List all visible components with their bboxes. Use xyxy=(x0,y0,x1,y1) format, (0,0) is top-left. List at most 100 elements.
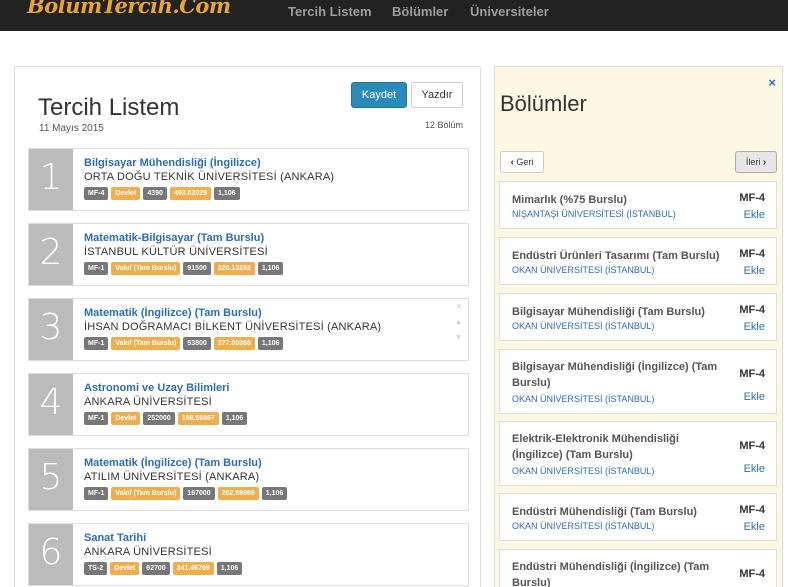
chevron-right-icon: › xyxy=(762,157,767,168)
choice-number: 6 xyxy=(29,524,73,585)
university-kind-badge: Vakıf (Tam Burslu) xyxy=(111,337,181,350)
university-kind-badge: Devlet xyxy=(111,187,141,200)
choice-number: 2 xyxy=(29,224,73,285)
choice-number: 3 xyxy=(29,299,73,360)
choice-row: 6 Sanat Tarihi ANKARA ÜNİVERSİTESİ TS-2 … xyxy=(28,523,469,586)
program-score-type: MF-4 xyxy=(739,304,765,316)
program-item: Elektrik-Elektronik Mühendisliği (İngili… xyxy=(499,421,777,486)
programs-title: Bölümler xyxy=(500,91,587,116)
program-item: Endüstri Mühendisliği (İngilizce) (Tam B… xyxy=(499,549,777,587)
choice-labels: MF-1 Devlet 252000 198.56867 1,106 xyxy=(84,412,248,425)
list-date: 11 Mayıs 2015 xyxy=(39,123,104,134)
add-program-link[interactable]: Ekle xyxy=(744,521,765,533)
university-kind-badge: Devlet xyxy=(110,562,140,575)
rank-badge: 167000 xyxy=(183,487,215,500)
program-item: Mimarlık (%75 Burslu) NİŞANTAŞI ÜNİVERSİ… xyxy=(499,181,777,229)
program-item: Bilgisayar Mühendisliği (Tam Burslu) OKA… xyxy=(499,293,777,341)
program-score-type: MF-4 xyxy=(739,568,765,580)
add-program-link[interactable]: Ekle xyxy=(744,321,765,333)
program-university-link[interactable]: OKAN ÜNİVERSİTESİ (İSTANBUL) xyxy=(512,265,654,275)
coefficient-badge: 1,106 xyxy=(257,262,284,275)
nav-universiteler[interactable]: Üniversiteler xyxy=(470,4,549,19)
choice-program-link[interactable]: Bilgisayar Mühendisliği (İngilizce) xyxy=(84,157,261,169)
choice-university: İHSAN DOĞRAMACI BİLKENT ÜNİVERSİTESİ (AN… xyxy=(84,321,382,333)
choice-labels: MF-4 Devlet 4390 493.02029 1,106 xyxy=(84,187,240,200)
program-university-link[interactable]: NİŞANTAŞI ÜNİVERSİTESİ (İSTANBUL) xyxy=(512,209,676,219)
program-name: Bilgisayar Mühendisliği (İngilizce) (Tam… xyxy=(512,361,718,389)
score-badge: 326.13252 xyxy=(213,262,255,275)
choice-university: ANKARA ÜNİVERSİTESİ xyxy=(84,396,212,408)
program-count: 12 Bölüm xyxy=(424,120,463,130)
choice-program-link[interactable]: Matematik (İngilizce) (Tam Burslu) xyxy=(84,457,262,469)
rank-badge: 62700 xyxy=(142,562,170,575)
back-label: Geri xyxy=(516,157,534,167)
rank-badge: 252000 xyxy=(143,412,175,425)
next-button[interactable]: İleri › xyxy=(735,151,777,173)
nav-tercih-listem[interactable]: Tercih Listem xyxy=(288,4,372,19)
choice-university: ORTA DOĞU TEKNİK ÜNİVERSİTESİ (ANKARA) xyxy=(84,171,335,183)
choice-program-link[interactable]: Astronomi ve Uzay Bilimleri xyxy=(84,382,230,394)
preference-list-panel: Tercih Listem 11 Mayıs 2015 Kaydet Yazdı… xyxy=(14,66,481,587)
choice-university: İSTANBUL KÜLTÜR ÜNİVERSİTESİ xyxy=(84,246,268,258)
program-name: Bilgisayar Mühendisliği (Tam Burslu) xyxy=(512,306,705,318)
university-kind-badge: Vakıf (Tam Burslu) xyxy=(111,487,181,500)
page-title: Tercih Listem xyxy=(38,94,180,121)
add-program-link[interactable]: Ekle xyxy=(744,209,765,221)
program-university-link[interactable]: OKAN ÜNİVERSİTESİ (İSTANBUL) xyxy=(512,321,654,331)
program-name: Elektrik-Elektronik Mühendisliği (İngili… xyxy=(512,433,679,461)
score-type-badge: MF-1 xyxy=(84,487,109,500)
choice-program-link[interactable]: Matematik (İngilizce) (Tam Burslu) xyxy=(84,307,262,319)
choice-row: 5 Matematik (İngilizce) (Tam Burslu) ATI… xyxy=(28,448,469,511)
chevron-left-icon: ‹ xyxy=(510,157,514,168)
move-down-icon[interactable]: ▼ xyxy=(455,334,462,341)
score-type-badge: MF-1 xyxy=(84,262,109,275)
program-item: Bilgisayar Mühendisliği (İngilizce) (Tam… xyxy=(499,349,777,414)
university-kind-badge: Devlet xyxy=(111,412,141,425)
add-program-link[interactable]: Ekle xyxy=(744,463,765,475)
university-kind-badge: Vakıf (Tam Burslu) xyxy=(111,262,181,275)
choice-program-link[interactable]: Sanat Tarihi xyxy=(84,532,146,544)
program-name: Endüstri Mühendisliği (Tam Burslu) xyxy=(512,506,697,518)
choice-program-link[interactable]: Matematik-Bilgisayar (Tam Burslu) xyxy=(84,232,264,244)
program-item: Endüstri Mühendisliği (Tam Burslu) OKAN … xyxy=(499,493,777,541)
rank-badge: 91500 xyxy=(183,262,211,275)
choice-row: 4 Astronomi ve Uzay Bilimleri ANKARA ÜNİ… xyxy=(28,373,469,436)
program-university-link[interactable]: OKAN ÜNİVERSİTESİ (İSTANBUL) xyxy=(512,521,654,531)
program-score-type: MF-4 xyxy=(739,368,765,380)
choice-labels: TS-2 Devlet 62700 341.46769 1,106 xyxy=(84,562,243,575)
program-name: Endüstri Ürünleri Tasarımı (Tam Burslu) xyxy=(512,250,720,262)
back-button[interactable]: ‹ Geri xyxy=(500,151,544,173)
rank-badge: 53800 xyxy=(183,337,211,350)
print-button[interactable]: Yazdır xyxy=(411,82,463,108)
choice-number: 1 xyxy=(29,149,73,210)
score-type-badge: MF-4 xyxy=(84,187,109,200)
nav-bolumler[interactable]: Bölümler xyxy=(392,4,448,19)
program-name: Endüstri Mühendisliği (İngilizce) (Tam B… xyxy=(512,561,710,587)
choice-number: 4 xyxy=(29,374,73,435)
score-type-badge: MF-1 xyxy=(84,412,109,425)
program-score-type: MF-4 xyxy=(739,504,765,516)
move-up-icon[interactable]: ▲ xyxy=(455,319,462,326)
choice-labels: MF-1 Vakıf (Tam Burslu) 167000 262.59869… xyxy=(84,487,288,500)
add-program-link[interactable]: Ekle xyxy=(744,265,765,277)
choice-row: 1 Bilgisayar Mühendisliği (İngilizce) OR… xyxy=(28,148,469,211)
score-badge: 341.46769 xyxy=(172,562,214,575)
save-button[interactable]: Kaydet xyxy=(351,82,407,108)
program-score-type: MF-4 xyxy=(739,248,765,260)
coefficient-badge: 1,106 xyxy=(221,412,248,425)
score-badge: 377.00368 xyxy=(213,337,255,350)
program-university-link[interactable]: OKAN ÜNİVERSİTESİ (İSTANBUL) xyxy=(512,466,654,476)
choice-university: ATILIM ÜNİVERSİTESİ (ANKARA) xyxy=(84,471,260,483)
coefficient-badge: 1,106 xyxy=(257,337,284,350)
top-navbar: BölümTercih.Com Tercih Listem Bölümler Ü… xyxy=(0,0,788,31)
add-program-link[interactable]: Ekle xyxy=(744,391,765,403)
program-university-link[interactable]: OKAN ÜNİVERSİTESİ (İSTANBUL) xyxy=(512,394,654,404)
choice-university: ANKARA ÜNİVERSİTESİ xyxy=(84,546,212,558)
brand-logo[interactable]: BölümTercih.Com xyxy=(27,0,231,18)
program-name: Mimarlık (%75 Burslu) xyxy=(512,194,627,206)
choice-labels: MF-1 Vakıf (Tam Burslu) 53800 377.00368 … xyxy=(84,337,284,350)
score-badge: 198.56867 xyxy=(177,412,219,425)
coefficient-badge: 1,106 xyxy=(216,562,243,575)
remove-icon[interactable]: × xyxy=(456,301,462,313)
close-icon[interactable]: × xyxy=(768,75,776,90)
